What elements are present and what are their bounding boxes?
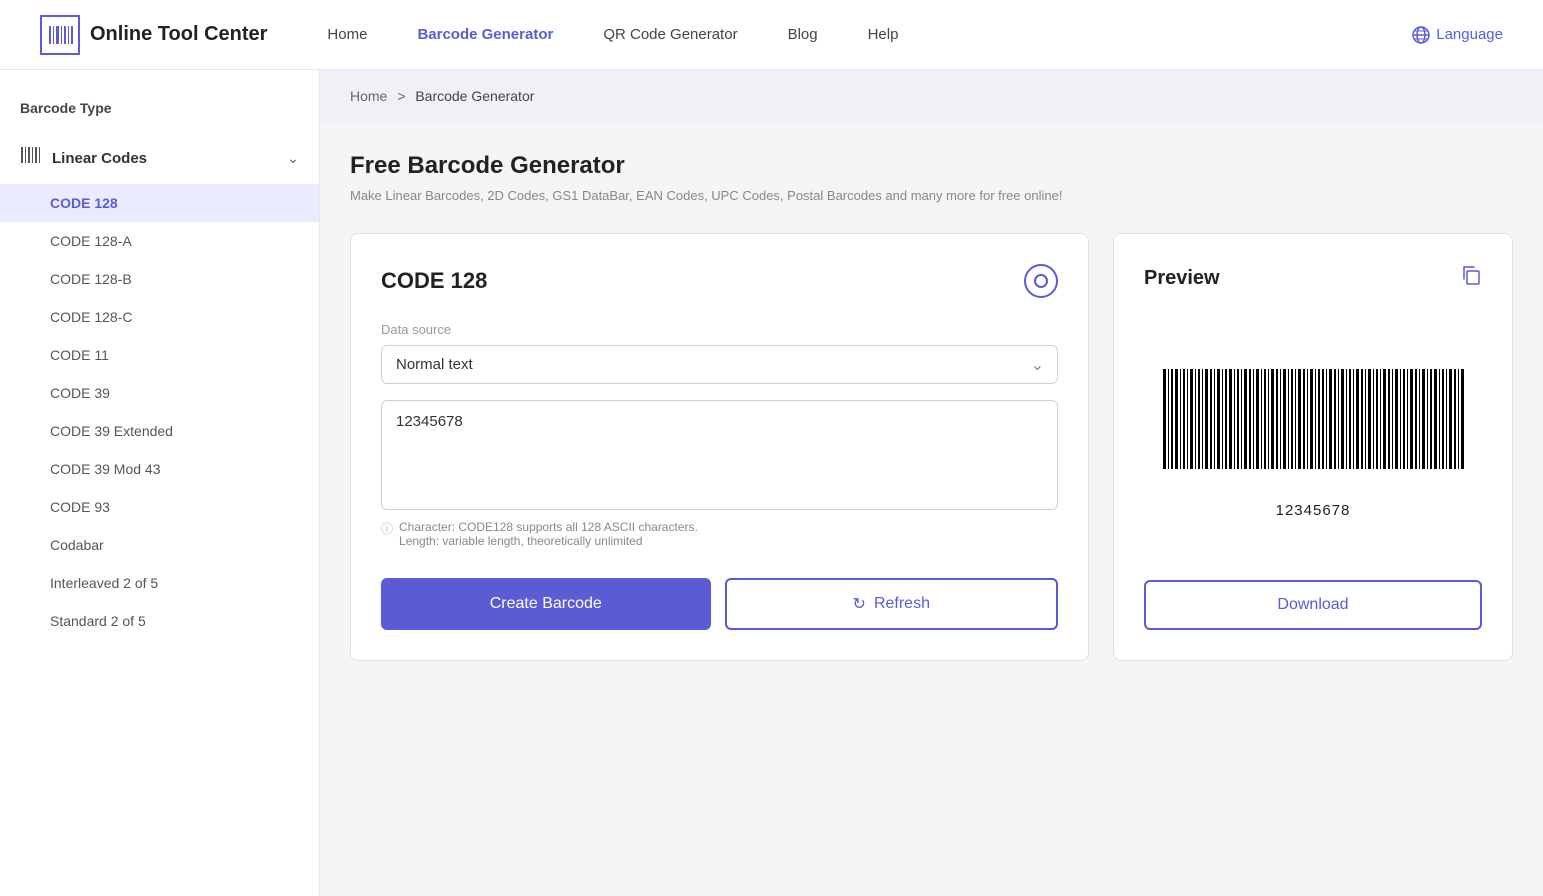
preview-panel-header: Preview <box>1144 264 1482 292</box>
nav-blog[interactable]: Blog <box>788 26 818 43</box>
form-panel: CODE 128 Data source Normal text Hex Bas… <box>350 233 1089 661</box>
form-panel-title: CODE 128 <box>381 268 487 294</box>
sidebar-item-standard25[interactable]: Standard 2 of 5 <box>0 602 319 640</box>
sidebar: Barcode Type Linear Codes ⌄ COD <box>0 70 320 896</box>
page-subtitle: Make Linear Barcodes, 2D Codes, GS1 Data… <box>350 188 1513 203</box>
sidebar-title: Barcode Type <box>0 90 319 132</box>
download-button[interactable]: Download <box>1144 580 1482 630</box>
sidebar-item-codabar[interactable]: Codabar <box>0 526 319 564</box>
info-icon: ⓘ <box>381 520 393 548</box>
form-panel-header: CODE 128 <box>381 264 1058 298</box>
refresh-label: Refresh <box>874 595 930 613</box>
refresh-icon: ↻ <box>853 594 866 614</box>
logo-area: Online Tool Center <box>40 15 267 55</box>
sidebar-item-code128a[interactable]: CODE 128-A <box>0 222 319 260</box>
nav-barcode-generator[interactable]: Barcode Generator <box>417 26 553 43</box>
main-content: Home > Barcode Generator Free Barcode Ge… <box>320 70 1543 896</box>
create-barcode-button[interactable]: Create Barcode <box>381 578 711 630</box>
page-title: Free Barcode Generator <box>350 152 1513 180</box>
preview-panel: Preview <box>1113 233 1513 661</box>
sidebar-item-code128b[interactable]: CODE 128-B <box>0 260 319 298</box>
hint-line1: Character: CODE128 supports all 128 ASCI… <box>399 520 698 534</box>
sidebar-section-label: Linear Codes <box>52 150 147 167</box>
sidebar-item-code39mod43[interactable]: CODE 39 Mod 43 <box>0 450 319 488</box>
nav-home[interactable]: Home <box>327 26 367 43</box>
barcode-image <box>1153 354 1473 494</box>
form-hint: ⓘ Character: CODE128 supports all 128 AS… <box>381 520 1058 548</box>
content-area: Free Barcode Generator Make Linear Barco… <box>320 122 1543 691</box>
barcode-number: 12345678 <box>1276 502 1351 519</box>
main-nav: Home Barcode Generator QR Code Generator… <box>327 26 1412 43</box>
language-button[interactable]: Language <box>1412 26 1503 44</box>
sidebar-item-code128c[interactable]: CODE 128-C <box>0 298 319 336</box>
breadcrumb-home[interactable]: Home <box>350 88 387 104</box>
settings-icon-inner <box>1034 274 1048 288</box>
sidebar-items-list: CODE 128 CODE 128-A CODE 128-B CODE 128-… <box>0 184 319 640</box>
nav-help[interactable]: Help <box>868 26 899 43</box>
data-source-label: Data source <box>381 322 1058 337</box>
logo-icon <box>40 15 80 55</box>
sidebar-item-interleaved25[interactable]: Interleaved 2 of 5 <box>0 564 319 602</box>
globe-icon <box>1412 26 1430 44</box>
breadcrumb-current: Barcode Generator <box>415 88 534 104</box>
form-actions: Create Barcode ↻ Refresh <box>381 548 1058 630</box>
refresh-button[interactable]: ↻ Refresh <box>725 578 1059 630</box>
data-source-select[interactable]: Normal text Hex Base64 <box>381 345 1058 384</box>
logo-text: Online Tool Center <box>90 23 267 46</box>
generator-panels: CODE 128 Data source Normal text Hex Bas… <box>350 233 1513 661</box>
sidebar-item-code93[interactable]: CODE 93 <box>0 488 319 526</box>
hint-line2: Length: variable length, theoretically u… <box>399 534 698 548</box>
settings-button[interactable] <box>1024 264 1058 298</box>
breadcrumb-separator: > <box>397 88 405 104</box>
breadcrumb: Home > Barcode Generator <box>320 70 1543 122</box>
chevron-up-icon: ⌄ <box>287 150 299 167</box>
nav-qr-code-generator[interactable]: QR Code Generator <box>603 26 737 43</box>
barcode-section-icon <box>20 144 42 172</box>
copy-icon[interactable] <box>1460 264 1482 292</box>
language-label: Language <box>1436 26 1503 43</box>
sidebar-item-code39[interactable]: CODE 39 <box>0 374 319 412</box>
barcode-input[interactable]: 12345678 <box>381 400 1058 510</box>
sidebar-item-code39extended[interactable]: CODE 39 Extended <box>0 412 319 450</box>
layout: Barcode Type Linear Codes ⌄ COD <box>0 70 1543 896</box>
sidebar-section-linear-codes[interactable]: Linear Codes ⌄ <box>0 132 319 184</box>
preview-title: Preview <box>1144 267 1220 290</box>
data-source-select-wrapper: Normal text Hex Base64 ⌄ <box>381 345 1058 384</box>
header: Online Tool Center Home Barcode Generato… <box>0 0 1543 70</box>
sidebar-item-code128[interactable]: CODE 128 <box>0 184 319 222</box>
barcode-preview-area: 12345678 <box>1144 312 1482 560</box>
sidebar-item-code11[interactable]: CODE 11 <box>0 336 319 374</box>
